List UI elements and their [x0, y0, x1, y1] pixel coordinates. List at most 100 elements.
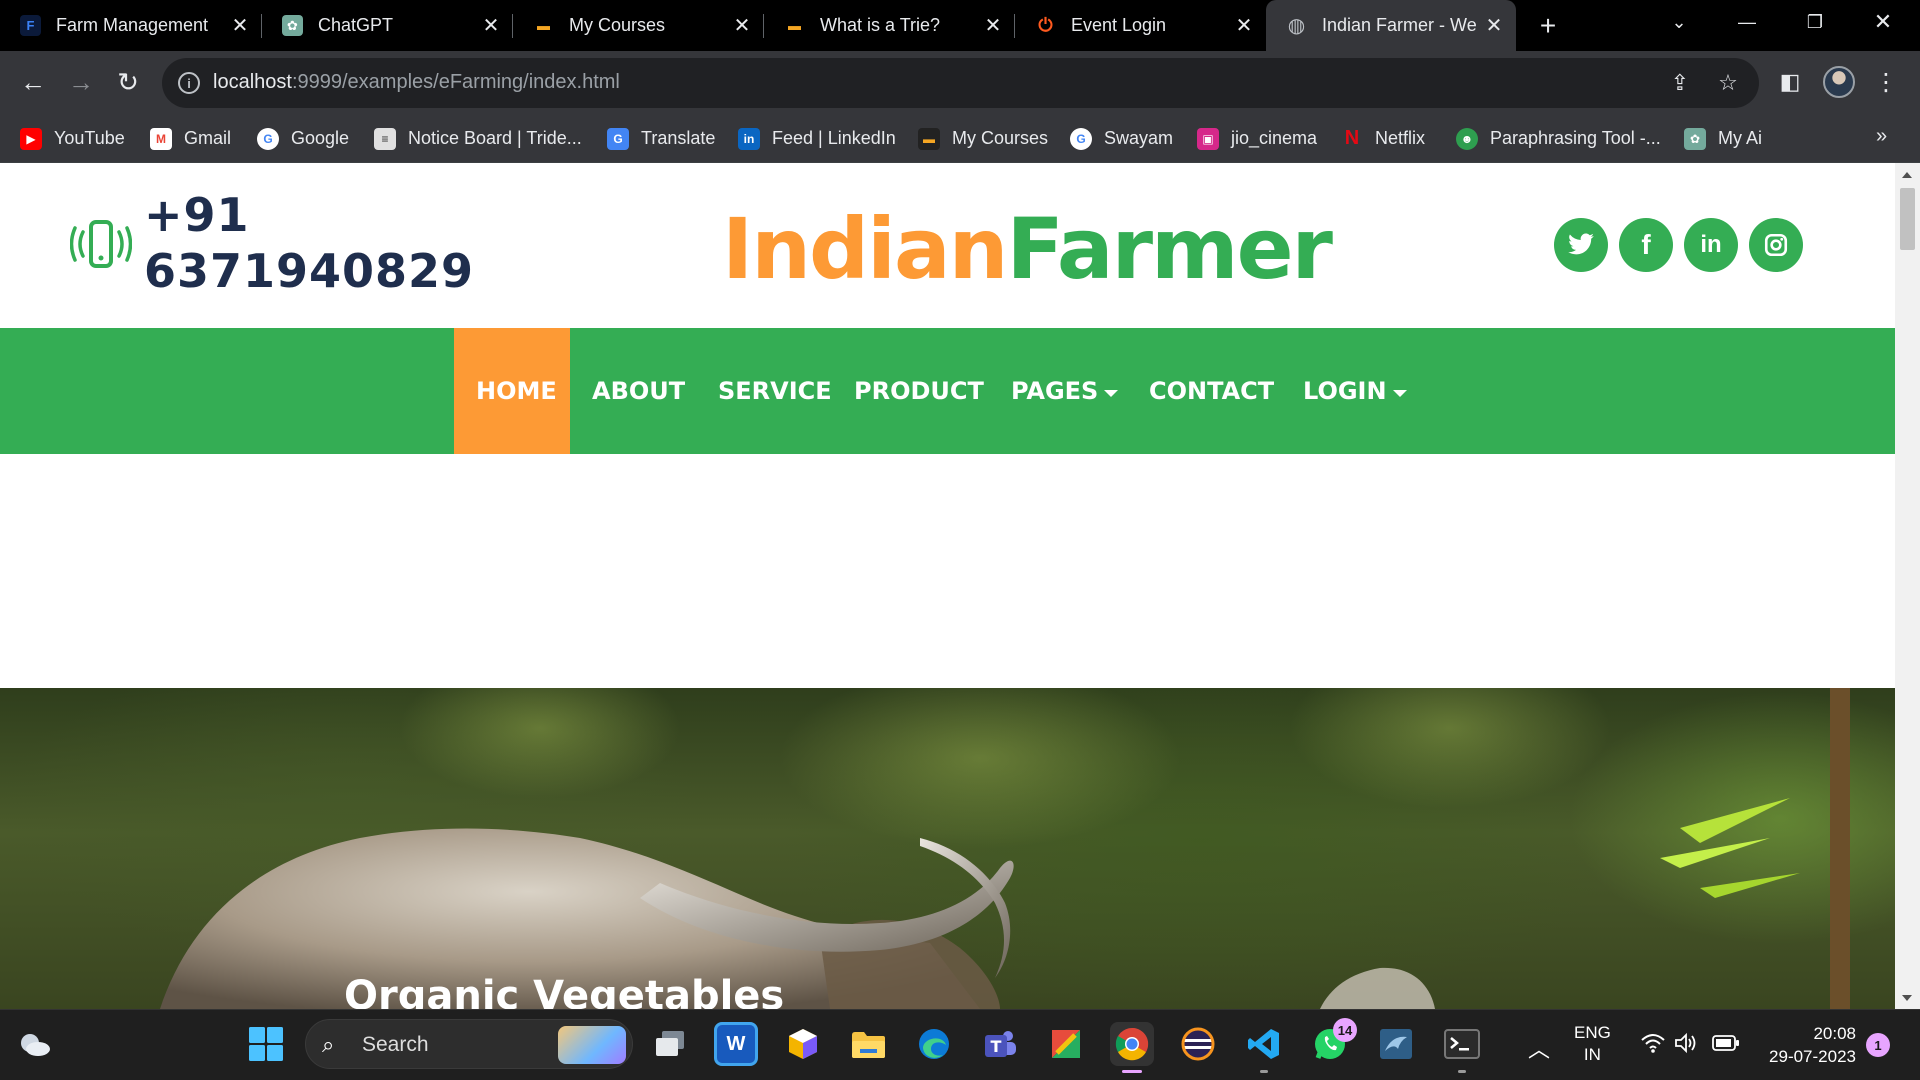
reload-button[interactable]: ↻ [110, 64, 146, 100]
profile-avatar[interactable] [1823, 66, 1855, 98]
bookmark-label: Google [291, 128, 350, 148]
file-explorer-icon[interactable] [846, 1022, 890, 1066]
taskbar-search-box[interactable]: ⌕ Search [305, 1019, 633, 1069]
forward-button[interactable]: → [63, 64, 99, 100]
facebook-icon[interactable]: f [1619, 218, 1673, 272]
bookmark-label: My Ai [1718, 128, 1763, 148]
google-icon: G [257, 127, 279, 150]
tab-farm-management[interactable]: F Farm Management ✕ [0, 0, 262, 51]
bookmark-netflix[interactable]: N Netflix [1341, 126, 1425, 151]
language-indicator[interactable]: ENG IN [1574, 1022, 1611, 1066]
wifi-icon[interactable] [1640, 1032, 1666, 1059]
mysql-workbench-icon[interactable] [1374, 1022, 1418, 1066]
eclipse-icon[interactable] [1176, 1022, 1220, 1066]
vscode-icon[interactable] [1242, 1022, 1286, 1066]
bookmark-label: YouTube [54, 128, 125, 148]
close-window-button[interactable]: ✕ [1856, 0, 1910, 44]
scrollbar-thumb[interactable] [1900, 188, 1915, 250]
teams-icon[interactable]: T [978, 1022, 1022, 1066]
tab-what-is-a-trie[interactable]: ▬ What is a Trie? ✕ [764, 0, 1015, 51]
bookmark-swayam[interactable]: G Swayam [1070, 126, 1173, 151]
nav-about[interactable]: ABOUT [592, 328, 685, 454]
bookmark-my-ai[interactable]: ✿ My Ai [1684, 126, 1762, 151]
back-button[interactable]: ← [15, 64, 51, 100]
netflix-icon: N [1344, 127, 1360, 149]
page-viewport: +91 6371940829 IndianFarmer f in HOME AB… [0, 163, 1895, 1009]
notification-count-badge[interactable]: 1 [1866, 1033, 1890, 1057]
close-tab-icon[interactable]: ✕ [477, 12, 505, 40]
notice-board-icon: ≡ [374, 127, 396, 150]
courses-favicon-icon: ▬ [784, 15, 805, 36]
windows-taskbar: ⌕ Search W T 14 ︿ ENG IN 20:08 29-07-202… [0, 1009, 1920, 1080]
scroll-up-arrow-icon[interactable] [1902, 172, 1912, 178]
nav-home[interactable]: HOME [454, 328, 570, 454]
tab-title: Farm Management [56, 15, 209, 35]
tab-search-chevron-icon[interactable]: ⌄ [1652, 0, 1706, 44]
gmail-icon: M [150, 127, 172, 150]
bookmark-notice-board[interactable]: ≡ Notice Board | Tride... [374, 126, 582, 151]
nav-login-dropdown[interactable]: LOGIN [1303, 328, 1407, 454]
bookmark-jio-cinema[interactable]: ▣ jio_cinema [1197, 126, 1317, 151]
page-scrollbar[interactable] [1895, 163, 1920, 1009]
task-view-icon[interactable] [648, 1022, 692, 1066]
bookmark-my-courses[interactable]: ▬ My Courses [918, 126, 1048, 151]
volume-icon[interactable] [1674, 1032, 1698, 1059]
bookmark-paraphrasing-tool[interactable]: ☻ Paraphrasing Tool -... [1456, 126, 1661, 151]
site-info-icon[interactable]: i [178, 72, 200, 94]
site-logo[interactable]: IndianFarmer [722, 199, 1333, 299]
battery-icon[interactable] [1712, 1034, 1740, 1057]
caret-down-icon [1104, 389, 1119, 397]
tab-indian-farmer[interactable]: ◍ Indian Farmer - We ✕ [1266, 0, 1516, 51]
terminal-icon[interactable] [1440, 1022, 1484, 1066]
hero-title: Organic Vegetables [344, 973, 785, 1009]
close-tab-icon[interactable]: ✕ [979, 12, 1007, 40]
nav-pages-dropdown[interactable]: PAGES [1011, 328, 1119, 454]
bookmark-label: Swayam [1104, 128, 1174, 148]
tab-event-login[interactable]: ⏻ Event Login ✕ [1015, 0, 1266, 51]
clock-time: 20:08 [1813, 1024, 1856, 1043]
side-panel-icon[interactable]: ◧ [1772, 64, 1808, 100]
close-tab-icon[interactable]: ✕ [1480, 12, 1508, 40]
tab-chatgpt[interactable]: ✿ ChatGPT ✕ [262, 0, 513, 51]
url-text[interactable]: localhost:9999/examples/eFarming/index.h… [213, 71, 620, 94]
clock[interactable]: 20:08 29-07-2023 [1760, 1022, 1856, 1068]
chrome-icon[interactable] [1110, 1022, 1154, 1066]
nav-product[interactable]: PRODUCT [854, 328, 984, 454]
instagram-icon[interactable] [1749, 218, 1803, 272]
paint-app-icon[interactable] [1044, 1022, 1088, 1066]
edge-icon[interactable] [912, 1022, 956, 1066]
bookmark-star-icon[interactable]: ☆ [1715, 70, 1741, 96]
search-highlight-icon [558, 1026, 626, 1064]
menu-kebab-icon[interactable]: ⋮ [1868, 64, 1904, 100]
show-hidden-icons-chevron-icon[interactable]: ︿ [1528, 1032, 1550, 1064]
tab-my-courses[interactable]: ▬ My Courses ✕ [513, 0, 764, 51]
nav-login-label: LOGIN [1303, 377, 1387, 405]
scroll-down-arrow-icon[interactable] [1902, 995, 1912, 1001]
bookmark-translate[interactable]: G Translate [607, 126, 715, 151]
start-windows-icon[interactable] [244, 1022, 288, 1066]
word-icon[interactable]: W [714, 1022, 758, 1066]
nav-service[interactable]: SERVICE [718, 328, 832, 454]
nav-pages-label: PAGES [1011, 377, 1099, 405]
close-tab-icon[interactable]: ✕ [1230, 12, 1258, 40]
bookmark-linkedin[interactable]: in Feed | LinkedIn [738, 126, 896, 151]
linkedin-icon[interactable]: in [1684, 218, 1738, 272]
phone-digits: 6371940829 [144, 244, 475, 298]
bookmark-google[interactable]: G Google [257, 126, 349, 151]
restore-button[interactable]: ❐ [1788, 0, 1842, 44]
twitter-icon[interactable] [1554, 218, 1608, 272]
cube-app-icon[interactable] [781, 1022, 825, 1066]
nav-contact[interactable]: CONTACT [1149, 328, 1274, 454]
caret-down-icon [1392, 389, 1407, 397]
minimize-button[interactable]: — [1720, 0, 1774, 44]
new-tab-button[interactable]: + [1532, 10, 1564, 42]
close-tab-icon[interactable]: ✕ [226, 12, 254, 40]
address-bar[interactable]: i localhost:9999/examples/eFarming/index… [162, 58, 1759, 108]
more-bookmarks-chevron-icon[interactable]: » [1876, 125, 1887, 148]
bookmark-gmail[interactable]: M Gmail [150, 126, 231, 151]
weather-widget-icon[interactable] [12, 1022, 56, 1066]
close-tab-icon[interactable]: ✕ [728, 12, 756, 40]
vscode-running-indicator [1260, 1070, 1268, 1073]
bookmark-youtube[interactable]: ▶ YouTube [20, 126, 125, 151]
share-icon[interactable]: ⇪ [1667, 70, 1693, 96]
